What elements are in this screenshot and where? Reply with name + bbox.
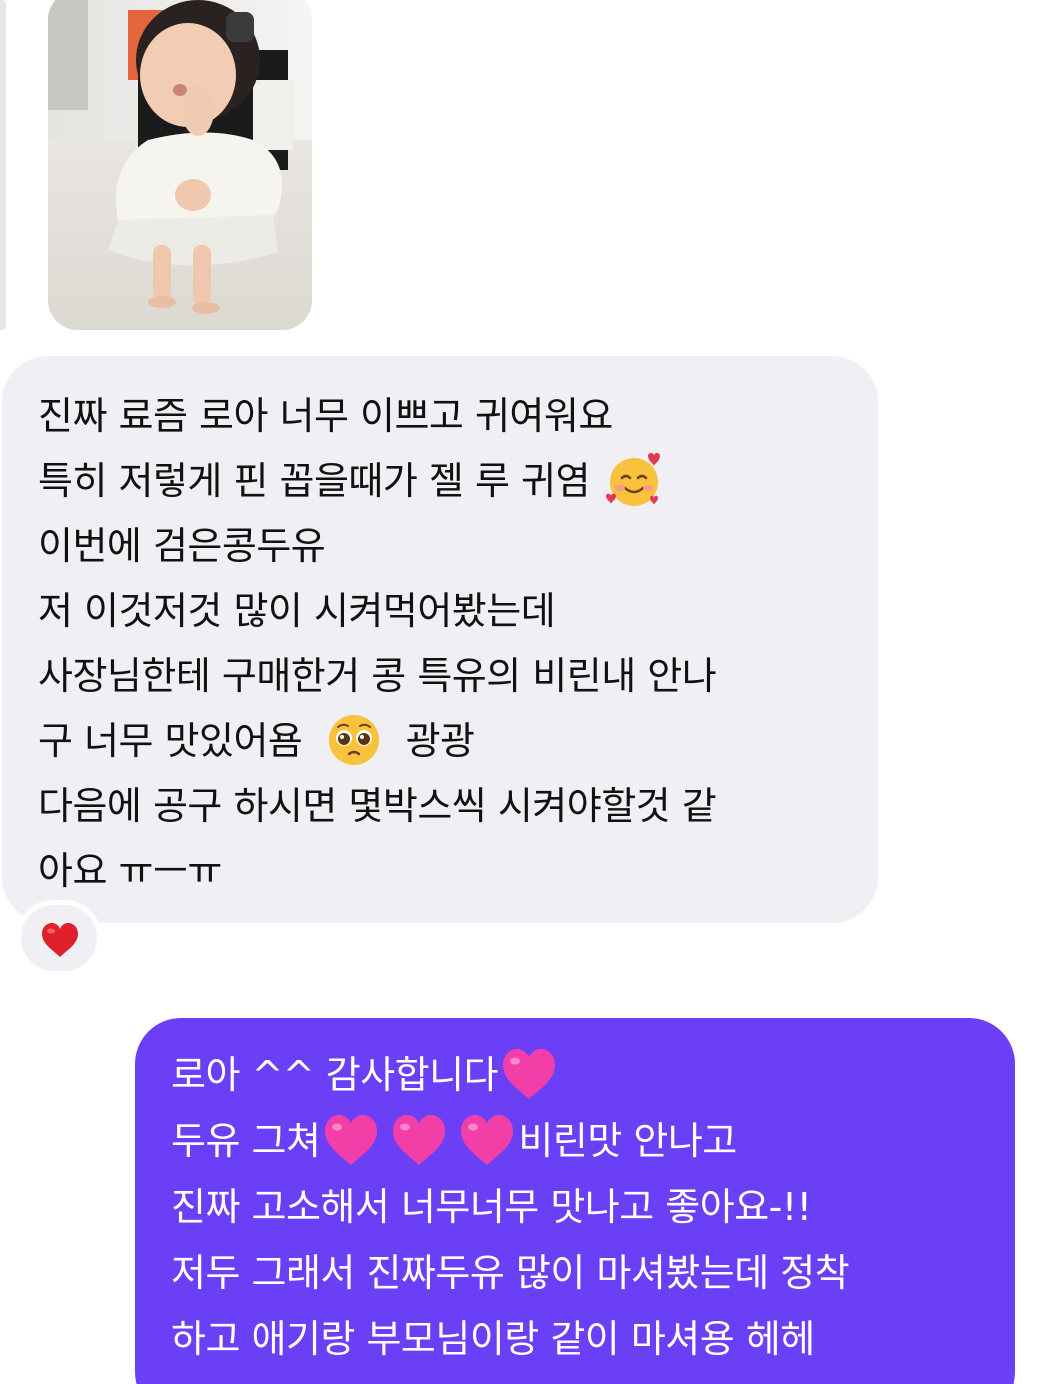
outgoing-message-bubble[interactable]: 로아 ^^ 감사합니다 두유 그쳐 비린맛 안나고 진짜 고소해서 너무너무 맛나… — [135, 1018, 1015, 1384]
message-text: 두유 그쳐 — [171, 1119, 321, 1163]
message-text: 진짜 료즘 로아 너무 이쁘고 귀여워요 — [38, 394, 613, 438]
message-line: 구 너무 맛있어욤 광광 — [38, 709, 858, 774]
message-line: 저 이것저것 많이 시켜먹어봤는데 — [38, 579, 858, 644]
message-text: 구 너무 맛있어욤 — [38, 719, 303, 763]
red-heart-icon — [42, 923, 78, 957]
message-text: 로아 ^^ 감사합니다 — [171, 1053, 499, 1097]
message-text: 특히 저렇게 핀 꼽을때가 젤 루 귀염 — [38, 459, 590, 503]
smiling-face-with-hearts-emoji-icon — [605, 452, 660, 506]
message-line: 다음에 공구 하시면 몇박스씩 시켜야할것 같 — [38, 774, 858, 839]
message-line: 아요 ㅠㅡㅠ — [38, 839, 858, 904]
message-text: 하고 애기랑 부모님이랑 같이 마셔용 헤헤 — [171, 1317, 815, 1361]
message-text: 다음에 공구 하시면 몇박스씩 시켜야할것 같 — [38, 784, 717, 828]
reply-indicator-bar — [0, 0, 6, 330]
message-line: 진짜 료즘 로아 너무 이쁘고 귀여워요 — [38, 384, 858, 449]
message-text: 저두 그래서 진짜두유 많이 마셔봤는데 정착 — [171, 1251, 850, 1295]
incoming-message-bubble[interactable]: 진짜 료즘 로아 너무 이쁘고 귀여워요 특히 저렇게 핀 꼽을때가 젤 루 귀… — [2, 356, 878, 923]
message-line: 특히 저렇게 핀 꼽을때가 젤 루 귀염 — [38, 449, 858, 514]
message-text: 비린맛 안나고 — [518, 1119, 737, 1163]
message-line: 저두 그래서 진짜두유 많이 마셔봤는데 정착 — [171, 1240, 995, 1306]
message-text: 저 이것저것 많이 시켜먹어봤는데 — [38, 589, 556, 633]
toddler-photo-image — [48, 0, 312, 330]
message-text: 아요 ㅠㅡㅠ — [38, 849, 222, 893]
pleading-face-emoji-icon — [328, 714, 379, 765]
pink-heart-icon — [503, 1048, 556, 1099]
shared-photo[interactable] — [48, 0, 312, 330]
message-line: 진짜 고소해서 너무너무 맛나고 좋아요-!! — [171, 1174, 995, 1240]
message-line: 로아 ^^ 감사합니다 — [171, 1042, 995, 1108]
pink-heart-icon — [461, 1114, 514, 1165]
message-text: 광광 — [405, 719, 475, 763]
chat-screen: 진짜 료즘 로아 너무 이쁘고 귀여워요 특히 저렇게 핀 꼽을때가 젤 루 귀… — [0, 0, 1038, 1384]
message-text: 진짜 고소해서 너무너무 맛나고 좋아요-!! — [171, 1185, 812, 1229]
pink-heart-icon — [325, 1114, 378, 1165]
heart-reaction-badge[interactable] — [16, 900, 102, 976]
message-text: 사장님한테 구매한거 콩 특유의 비린내 안나 — [38, 654, 717, 698]
message-line: 이번에 검은콩두유 — [38, 514, 858, 579]
message-text: 이번에 검은콩두유 — [38, 524, 326, 568]
message-line: 두유 그쳐 비린맛 안나고 — [171, 1108, 995, 1174]
message-line: 사장님한테 구매한거 콩 특유의 비린내 안나 — [38, 644, 858, 709]
message-line: 하고 애기랑 부모님이랑 같이 마셔용 헤헤 — [171, 1306, 995, 1372]
pink-heart-icon — [393, 1114, 446, 1165]
